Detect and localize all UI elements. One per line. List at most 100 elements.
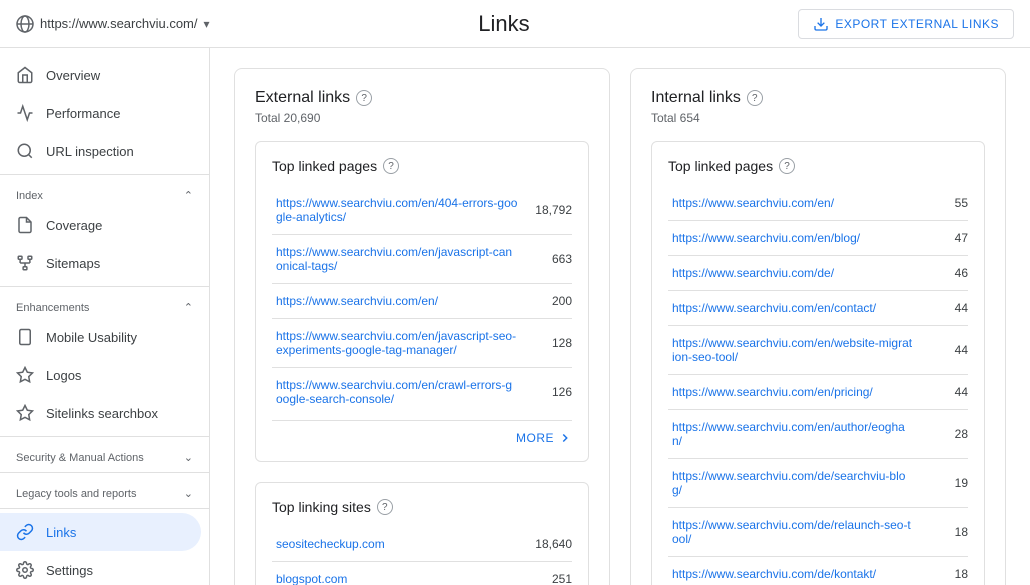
gear-icon — [16, 561, 34, 579]
sidebar-item-performance[interactable]: Performance — [0, 94, 201, 132]
table-row: blogspot.com251 — [272, 562, 572, 585]
sidebar-item-sitelinks-searchbox[interactable]: Sitelinks searchbox — [0, 394, 201, 432]
section-enhancements[interactable]: Enhancements ⌃ — [0, 291, 209, 318]
collapse-index-icon[interactable]: ⌃ — [184, 189, 193, 202]
sidebar-item-links[interactable]: Links — [0, 513, 201, 551]
link-url[interactable]: https://www.searchviu.com/de/relaunch-se… — [668, 508, 918, 557]
section-security[interactable]: Security & Manual Actions ⌄ — [0, 441, 209, 468]
collapse-enhancements-icon[interactable]: ⌃ — [184, 301, 193, 314]
top-linking-sites-section: Top linking sites ? seositecheckup.com18… — [255, 482, 589, 585]
sidebar-label-logos: Logos — [46, 368, 81, 383]
sidebar-label-url-inspection: URL inspection — [46, 144, 134, 159]
table-row: https://www.searchviu.com/de/searchviu-b… — [668, 459, 968, 508]
link-url[interactable]: https://www.searchviu.com/en/javascript-… — [272, 319, 522, 368]
link-url[interactable]: https://www.searchviu.com/en/ — [272, 284, 522, 319]
site-count: 251 — [482, 562, 572, 585]
link-count: 128 — [522, 319, 572, 368]
site-selector[interactable]: https://www.searchviu.com/ ▾ — [16, 15, 210, 33]
link-url[interactable]: https://www.searchviu.com/de/kontakt/ — [668, 557, 918, 585]
export-external-links-button[interactable]: EXPORT EXTERNAL LINKS — [798, 9, 1014, 39]
sidebar-item-url-inspection[interactable]: URL inspection — [0, 132, 201, 170]
internal-links-help-icon[interactable]: ? — [747, 90, 763, 106]
collapse-legacy-icon[interactable]: ⌄ — [184, 487, 193, 500]
table-row: https://www.searchviu.com/en/200 — [272, 284, 572, 319]
logos-icon — [16, 366, 34, 384]
sidebar-label-performance: Performance — [46, 106, 120, 121]
sidebar-item-settings[interactable]: Settings — [0, 551, 201, 585]
external-top-linked-table: https://www.searchviu.com/en/404-errors-… — [272, 186, 572, 416]
sidebar-label-settings: Settings — [46, 563, 93, 578]
content-area: External links ? Total 20,690 Top linked… — [210, 48, 1030, 585]
link-url[interactable]: https://www.searchviu.com/en/javascript-… — [272, 235, 522, 284]
int-top-linked-help-icon[interactable]: ? — [779, 158, 795, 174]
link-count: 126 — [522, 368, 572, 417]
sidebar-item-overview[interactable]: Overview — [0, 56, 201, 94]
top-linking-heading-row: Top linking sites ? — [272, 499, 572, 515]
ext-top-linked-heading: Top linked pages — [272, 158, 377, 174]
section-legacy[interactable]: Legacy tools and reports ⌄ — [0, 477, 209, 504]
link-url[interactable]: https://www.searchviu.com/en/contact/ — [668, 291, 918, 326]
chart-icon — [16, 104, 34, 122]
link-count: 18,792 — [522, 186, 572, 235]
int-top-linked-heading-row: Top linked pages ? — [668, 158, 968, 174]
link-count: 47 — [918, 221, 968, 256]
link-url[interactable]: https://www.searchviu.com/en/ — [668, 186, 918, 221]
external-top-linked-pages-subcard: Top linked pages ? https://www.searchviu… — [255, 141, 589, 462]
link-url[interactable]: https://www.searchviu.com/en/website-mig… — [668, 326, 918, 375]
table-row: https://www.searchviu.com/en/404-errors-… — [272, 186, 572, 235]
file-icon — [16, 216, 34, 234]
external-more-button[interactable]: MORE — [516, 431, 572, 445]
table-row: https://www.searchviu.com/en/55 — [668, 186, 968, 221]
section-security-label: Security & Manual Actions — [16, 452, 144, 464]
link-url[interactable]: https://www.searchviu.com/en/pricing/ — [668, 375, 918, 410]
home-icon — [16, 66, 34, 84]
external-links-help-icon[interactable]: ? — [356, 90, 372, 106]
link-url[interactable]: https://www.searchviu.com/en/author/eogh… — [668, 410, 918, 459]
divider-1 — [0, 174, 209, 175]
table-row: https://www.searchviu.com/en/pricing/44 — [668, 375, 968, 410]
sidebar-item-logos[interactable]: Logos — [0, 356, 201, 394]
phone-icon — [16, 328, 34, 346]
int-top-linked-heading: Top linked pages — [668, 158, 773, 174]
table-row: https://www.searchviu.com/de/kontakt/18 — [668, 557, 968, 585]
site-url: https://www.searchviu.com/ — [40, 16, 198, 31]
link-url[interactable]: https://www.searchviu.com/en/crawl-error… — [272, 368, 522, 417]
sidebar-label-overview: Overview — [46, 68, 100, 83]
external-links-title-row: External links ? — [255, 89, 589, 107]
link-url[interactable]: https://www.searchviu.com/en/404-errors-… — [272, 186, 522, 235]
link-url[interactable]: https://www.searchviu.com/en/blog/ — [668, 221, 918, 256]
sidebar-item-sitemaps[interactable]: Sitemaps — [0, 244, 201, 282]
section-index-label: Index — [16, 190, 43, 202]
link-count: 28 — [918, 410, 968, 459]
table-row: https://www.searchviu.com/en/blog/47 — [668, 221, 968, 256]
link-url[interactable]: https://www.searchviu.com/de/ — [668, 256, 918, 291]
link-count: 44 — [918, 326, 968, 375]
site-dropdown-arrow[interactable]: ▾ — [204, 17, 210, 31]
internal-links-title-row: Internal links ? — [651, 89, 985, 107]
link-count: 18 — [918, 557, 968, 585]
link-icon — [16, 523, 34, 541]
table-row: https://www.searchviu.com/en/javascript-… — [272, 319, 572, 368]
top-linking-help-icon[interactable]: ? — [377, 499, 393, 515]
top-linking-sites-subcard: Top linking sites ? seositecheckup.com18… — [255, 482, 589, 585]
link-count: 18 — [918, 508, 968, 557]
section-index[interactable]: Index ⌃ — [0, 179, 209, 206]
sitelinks-icon — [16, 404, 34, 422]
external-links-title: External links — [255, 89, 350, 107]
divider-3 — [0, 436, 209, 437]
divider-4 — [0, 472, 209, 473]
link-count: 19 — [918, 459, 968, 508]
site-count: 18,640 — [482, 527, 572, 562]
sidebar-item-mobile-usability[interactable]: Mobile Usability — [0, 318, 201, 356]
sidebar-label-links: Links — [46, 525, 76, 540]
site-icon — [16, 15, 34, 33]
link-url[interactable]: https://www.searchviu.com/de/searchviu-b… — [668, 459, 918, 508]
sidebar-item-coverage[interactable]: Coverage — [0, 206, 201, 244]
collapse-security-icon[interactable]: ⌄ — [184, 451, 193, 464]
top-linking-sites-table: seositecheckup.com18,640blogspot.com251 — [272, 527, 572, 585]
ext-top-linked-help-icon[interactable]: ? — [383, 158, 399, 174]
site-name[interactable]: blogspot.com — [272, 562, 482, 585]
divider-2 — [0, 286, 209, 287]
site-name[interactable]: seositecheckup.com — [272, 527, 482, 562]
internal-links-card: Internal links ? Total 654 Top linked pa… — [630, 68, 1006, 585]
